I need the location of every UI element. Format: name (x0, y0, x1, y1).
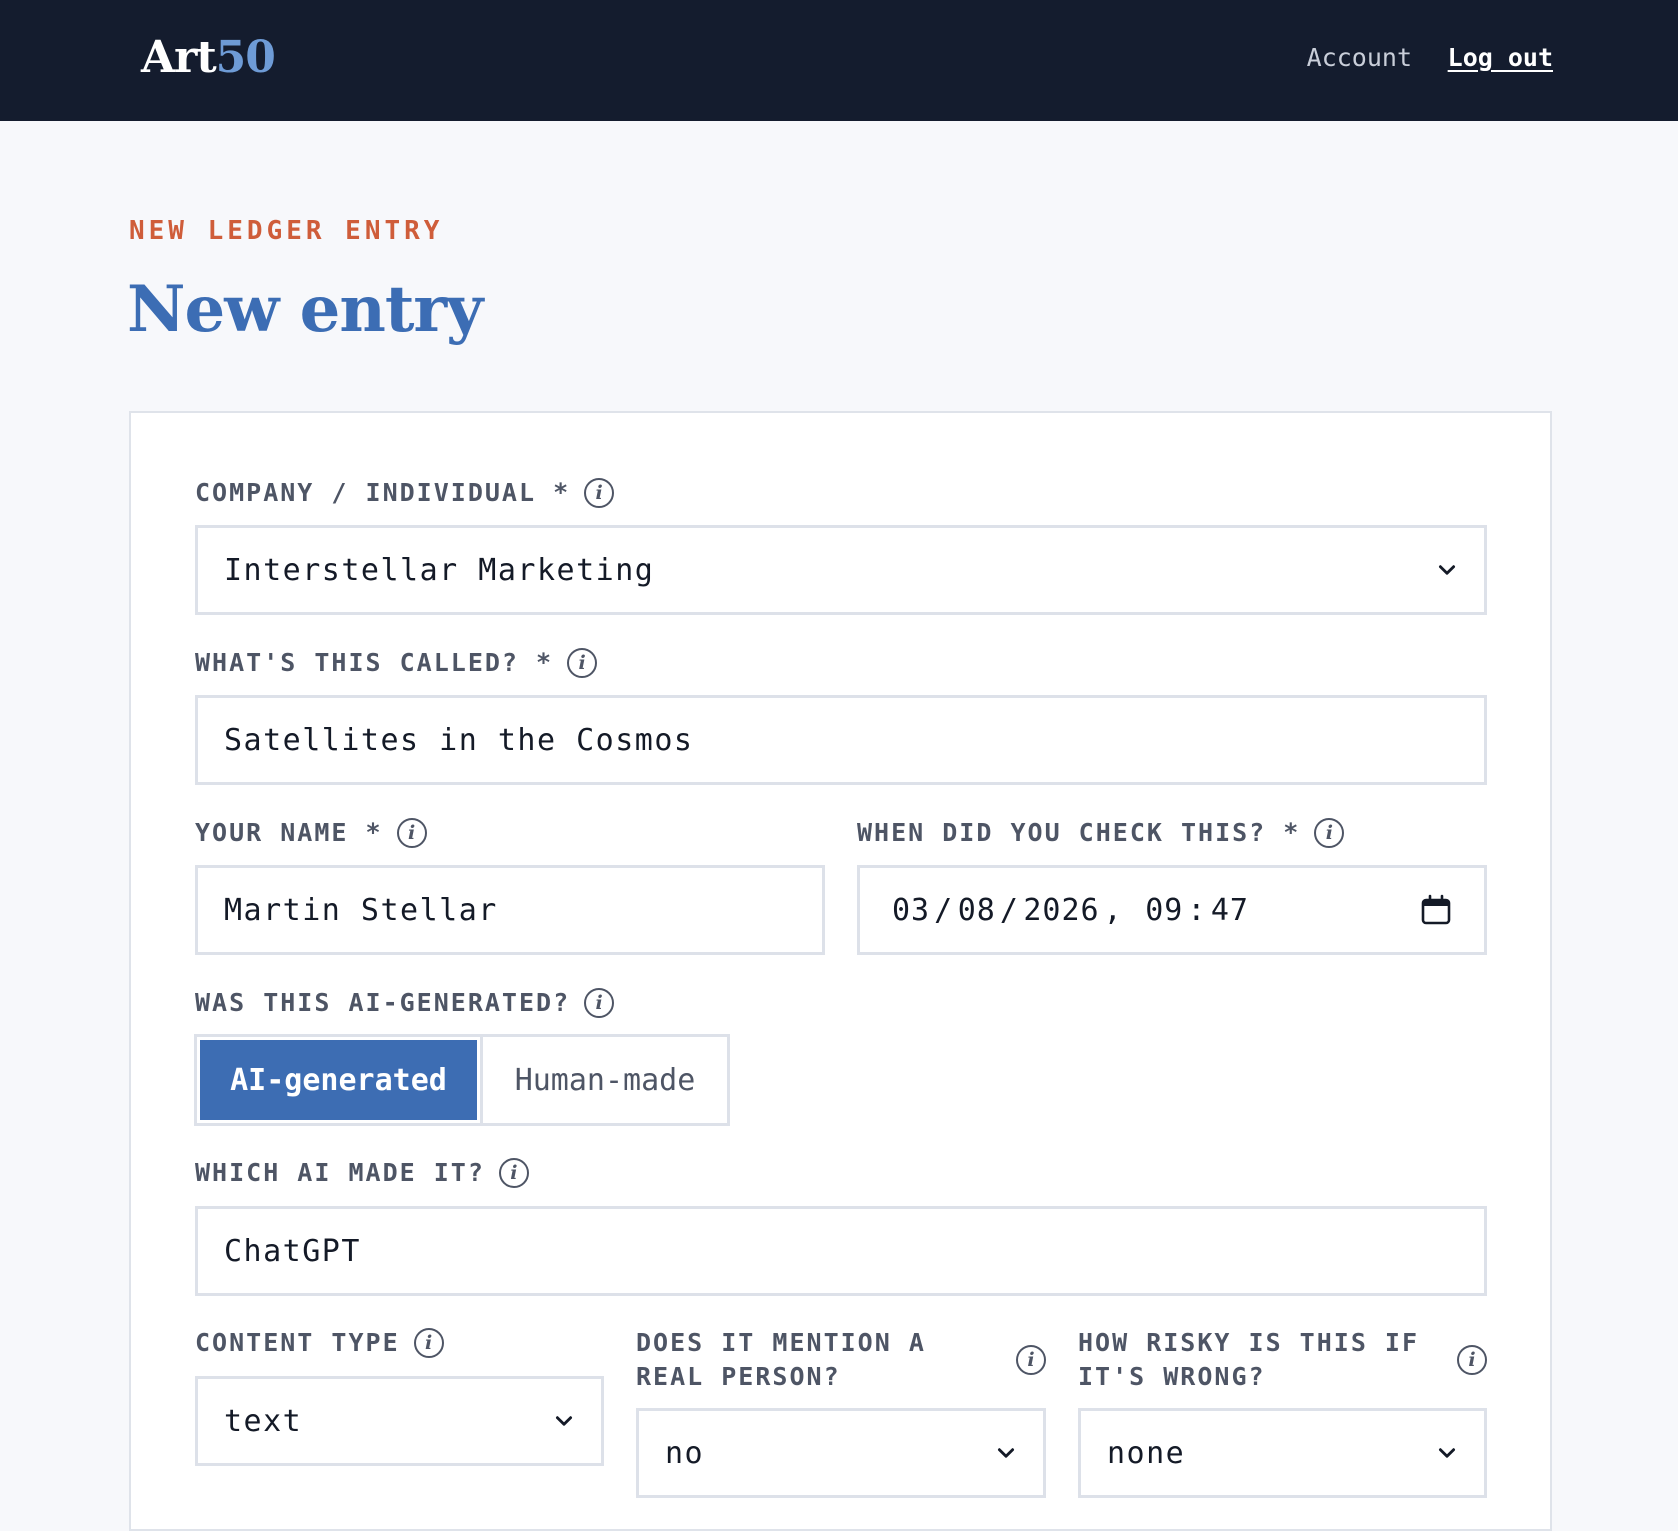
chevron-down-icon (1438, 1448, 1456, 1458)
logout-link[interactable]: Log out (1448, 40, 1553, 76)
date-day[interactable]: 08 (958, 893, 996, 928)
datetime-value: 03/08/2026, 09:47 (892, 892, 1249, 928)
calendar-icon[interactable] (1420, 894, 1452, 926)
content-type-label: CONTENT TYPE i (195, 1326, 444, 1360)
human-made-option[interactable]: Human-made (480, 1037, 727, 1123)
which-ai-input[interactable]: ChatGPT (195, 1206, 1487, 1296)
your-name-input-value: Martin Stellar (224, 892, 498, 928)
ai-generated-option[interactable]: AI-generated (197, 1037, 480, 1123)
company-select-value: Interstellar Marketing (224, 552, 655, 588)
real-person-label: DOES IT MENTION A REAL PERSON? i (636, 1326, 1046, 1394)
page-title: New entry (127, 272, 483, 347)
content-type-select[interactable]: text (195, 1376, 604, 1466)
info-icon[interactable]: i (396, 818, 427, 848)
info-icon[interactable]: i (498, 1158, 529, 1188)
page-eyebrow: NEW LEDGER ENTRY (129, 216, 444, 246)
chevron-down-icon (997, 1448, 1015, 1458)
date-month[interactable]: 03 (892, 893, 930, 928)
your-name-label-text: YOUR NAME * (195, 818, 383, 847)
your-name-input[interactable]: Martin Stellar (195, 865, 825, 955)
risk-select[interactable]: none (1078, 1408, 1487, 1498)
title-input-value: Satellites in the Cosmos (224, 722, 694, 758)
title-label: WHAT'S THIS CALLED? * i (195, 646, 598, 680)
real-person-select[interactable]: no (636, 1408, 1046, 1498)
company-label: COMPANY / INDIVIDUAL * i (195, 476, 615, 510)
which-ai-label-text: WHICH AI MADE IT? (195, 1158, 485, 1187)
company-select[interactable]: Interstellar Marketing (195, 525, 1487, 615)
top-navigation-bar: Art50 Account Log out (0, 0, 1678, 121)
info-icon[interactable]: i (584, 988, 615, 1018)
app-logo[interactable]: Art50 (141, 28, 276, 88)
date-year[interactable]: 2026 (1023, 893, 1099, 928)
info-icon[interactable]: i (584, 478, 615, 508)
checked-when-label-text: WHEN DID YOU CHECK THIS? * (857, 818, 1301, 847)
ai-generated-toggle: AI-generated Human-made (194, 1034, 730, 1126)
content-type-label-text: CONTENT TYPE (195, 1328, 400, 1357)
real-person-select-value: no (665, 1435, 705, 1471)
which-ai-input-value: ChatGPT (224, 1233, 361, 1269)
company-label-text: COMPANY / INDIVIDUAL * (195, 478, 571, 507)
real-person-label-text: DOES IT MENTION A REAL PERSON? (636, 1328, 926, 1391)
checked-when-datetime-input[interactable]: 03/08/2026, 09:47 (857, 865, 1487, 955)
info-icon[interactable]: i (567, 648, 598, 678)
title-label-text: WHAT'S THIS CALLED? * (195, 648, 554, 677)
chevron-down-icon (555, 1416, 573, 1426)
checked-when-label: WHEN DID YOU CHECK THIS? * i (857, 816, 1345, 850)
your-name-label: YOUR NAME * i (195, 816, 427, 850)
risk-label: HOW RISKY IS THIS IF IT'S WRONG? i (1078, 1326, 1487, 1394)
which-ai-label: WHICH AI MADE IT? i (195, 1156, 529, 1190)
title-input[interactable]: Satellites in the Cosmos (195, 695, 1487, 785)
risk-label-text: HOW RISKY IS THIS IF IT'S WRONG? (1078, 1328, 1420, 1391)
info-icon[interactable]: i (1314, 818, 1345, 848)
info-icon[interactable]: i (413, 1328, 444, 1358)
time-minute[interactable]: 47 (1211, 893, 1249, 928)
chevron-down-icon (1438, 565, 1456, 575)
account-link[interactable]: Account (1307, 40, 1412, 76)
info-icon[interactable]: i (1016, 1345, 1046, 1375)
content-type-select-value: text (224, 1403, 303, 1439)
ai-generated-label-text: WAS THIS AI-GENERATED? (195, 988, 571, 1017)
logo-text: Art (141, 32, 217, 83)
ai-generated-label: WAS THIS AI-GENERATED? i (195, 986, 615, 1020)
time-hour[interactable]: 09 (1145, 893, 1183, 928)
risk-select-value: none (1107, 1435, 1186, 1471)
logo-number: 50 (215, 32, 276, 83)
info-icon[interactable]: i (1457, 1345, 1487, 1375)
